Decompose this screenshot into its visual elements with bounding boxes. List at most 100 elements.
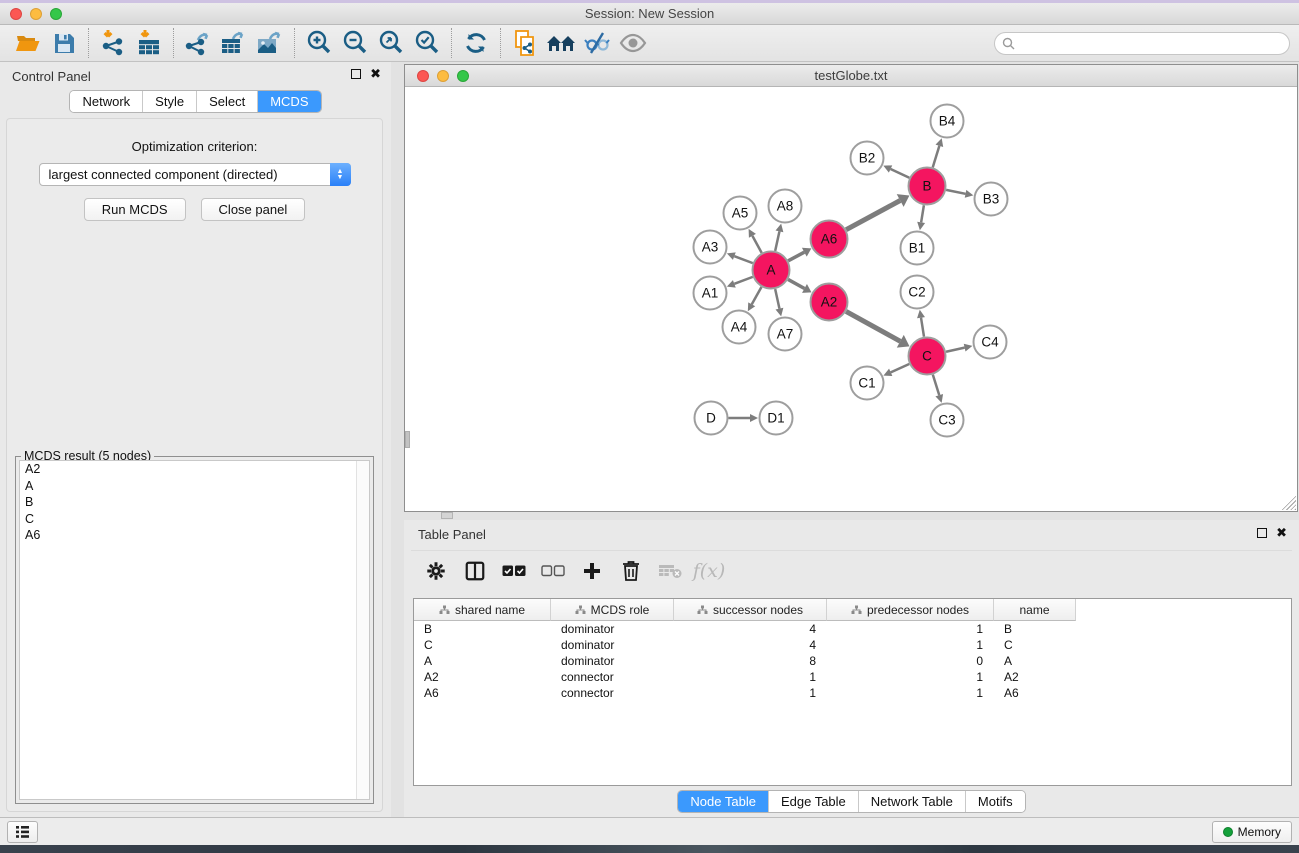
- float-panel-icon[interactable]: [351, 69, 361, 79]
- float-table-panel-icon[interactable]: [1257, 528, 1267, 538]
- export-table-icon[interactable]: [216, 28, 252, 58]
- column-view-icon[interactable]: [460, 558, 490, 584]
- edge-A-A7[interactable]: [775, 289, 779, 309]
- close-panel-icon[interactable]: ✖: [370, 69, 381, 79]
- table-cell[interactable]: connector: [551, 669, 674, 685]
- clear-selection-checkboxes-icon[interactable]: [538, 558, 568, 584]
- edge-A-A8[interactable]: [775, 231, 779, 251]
- tab-mcds[interactable]: MCDS: [257, 91, 320, 112]
- delete-column-icon[interactable]: [616, 558, 646, 584]
- settings-gear-icon[interactable]: [421, 558, 451, 584]
- tab-network-table[interactable]: Network Table: [858, 791, 965, 812]
- network-window-titlebar[interactable]: testGlobe.txt: [405, 65, 1297, 87]
- mcds-result-item[interactable]: C: [20, 511, 369, 528]
- table-row[interactable]: Bdominator41B: [414, 621, 1291, 637]
- tab-style[interactable]: Style: [142, 91, 196, 112]
- table-cell[interactable]: 4: [674, 621, 827, 637]
- open-folder-icon[interactable]: [10, 28, 46, 58]
- network-canvas[interactable]: B4B2BB3A8A5A6A3B1AA1C2A2A4A7CC4C1C3DD1: [405, 87, 1297, 511]
- table-cell[interactable]: A: [994, 653, 1076, 669]
- edge-A2-C[interactable]: [846, 311, 900, 341]
- table-cell[interactable]: A6: [414, 685, 551, 701]
- table-cell[interactable]: C: [414, 637, 551, 653]
- table-cell[interactable]: 0: [827, 653, 994, 669]
- run-mcds-button[interactable]: Run MCDS: [84, 198, 186, 221]
- table-cell[interactable]: 1: [827, 685, 994, 701]
- table-cell[interactable]: dominator: [551, 637, 674, 653]
- table-cell[interactable]: A2: [994, 669, 1076, 685]
- table-cell[interactable]: dominator: [551, 621, 674, 637]
- table-cell[interactable]: 8: [674, 653, 827, 669]
- mcds-result-list[interactable]: A2ABCA6: [19, 460, 370, 800]
- hide-glasses-icon[interactable]: [579, 28, 615, 58]
- search-input[interactable]: [994, 32, 1290, 55]
- tab-edge-table[interactable]: Edge Table: [768, 791, 858, 812]
- homes-icon[interactable]: [543, 28, 579, 58]
- table-cell[interactable]: 1: [827, 637, 994, 653]
- edge-C-C3[interactable]: [933, 375, 939, 396]
- edge-C-C1[interactable]: [891, 364, 910, 372]
- column-header-MCDS-role[interactable]: MCDS role: [551, 599, 674, 621]
- tab-select[interactable]: Select: [196, 91, 257, 112]
- edge-A-A6[interactable]: [788, 252, 804, 261]
- status-menu-button[interactable]: [7, 821, 38, 843]
- zoom-out-icon[interactable]: [337, 28, 373, 58]
- duplicate-network-icon[interactable]: [507, 28, 543, 58]
- table-cell[interactable]: 4: [674, 637, 827, 653]
- mcds-result-item[interactable]: A6: [20, 527, 369, 544]
- table-cell[interactable]: 1: [674, 685, 827, 701]
- table-cell[interactable]: connector: [551, 685, 674, 701]
- tab-node-table[interactable]: Node Table: [678, 791, 768, 812]
- zoom-selected-icon[interactable]: [409, 28, 445, 58]
- add-column-icon[interactable]: [577, 558, 607, 584]
- edge-A-A5[interactable]: [752, 236, 761, 253]
- edge-A-A1[interactable]: [734, 277, 752, 284]
- table-cell[interactable]: B: [994, 621, 1076, 637]
- column-header-successor-nodes[interactable]: successor nodes: [674, 599, 827, 621]
- table-row[interactable]: Cdominator41C: [414, 637, 1291, 653]
- table-cell[interactable]: C: [994, 637, 1076, 653]
- edge-B-B2[interactable]: [891, 169, 910, 178]
- export-network-icon[interactable]: [180, 28, 216, 58]
- edge-A-A3[interactable]: [734, 256, 752, 263]
- table-row[interactable]: Adominator80A: [414, 653, 1291, 669]
- edge-B-B3[interactable]: [946, 190, 965, 194]
- criterion-select[interactable]: largest connected component (directed) ▲…: [39, 163, 351, 186]
- table-cell[interactable]: dominator: [551, 653, 674, 669]
- tab-motifs[interactable]: Motifs: [965, 791, 1025, 812]
- export-image-icon[interactable]: [252, 28, 288, 58]
- table-row[interactable]: A2connector11A2: [414, 669, 1291, 685]
- zoom-in-icon[interactable]: [301, 28, 337, 58]
- close-panel-button[interactable]: Close panel: [201, 198, 306, 221]
- tab-network[interactable]: Network: [70, 91, 142, 112]
- table-cell[interactable]: 1: [827, 621, 994, 637]
- result-scrollbar[interactable]: [356, 461, 369, 799]
- zoom-fit-icon[interactable]: [373, 28, 409, 58]
- horizontal-scrollbar-thumb[interactable]: [441, 512, 453, 519]
- table-cell[interactable]: A: [414, 653, 551, 669]
- edge-C-C2[interactable]: [921, 318, 924, 337]
- import-table-icon[interactable]: [131, 28, 167, 58]
- close-table-panel-icon[interactable]: ✖: [1276, 528, 1287, 538]
- vertical-scrollbar-thumb[interactable]: [405, 431, 410, 448]
- table-cell[interactable]: A2: [414, 669, 551, 685]
- table-cell[interactable]: 1: [827, 669, 994, 685]
- table-cell[interactable]: A6: [994, 685, 1076, 701]
- edge-C-C4[interactable]: [946, 348, 965, 352]
- refresh-icon[interactable]: [458, 28, 494, 58]
- edge-A-A4[interactable]: [752, 287, 762, 304]
- select-all-checkboxes-icon[interactable]: [499, 558, 529, 584]
- column-header-name[interactable]: name: [994, 599, 1076, 621]
- mcds-result-item[interactable]: A: [20, 478, 369, 495]
- table-row[interactable]: A6connector11A6: [414, 685, 1291, 701]
- edge-A-A2[interactable]: [788, 279, 804, 288]
- column-header-predecessor-nodes[interactable]: predecessor nodes: [827, 599, 994, 621]
- table-cell[interactable]: B: [414, 621, 551, 637]
- table-cell[interactable]: 1: [674, 669, 827, 685]
- edge-B-B4[interactable]: [933, 146, 940, 168]
- edge-B-B1[interactable]: [921, 205, 924, 222]
- save-icon[interactable]: [46, 28, 82, 58]
- memory-button[interactable]: Memory: [1212, 821, 1292, 843]
- import-network-icon[interactable]: [95, 28, 131, 58]
- column-header-shared-name[interactable]: shared name: [414, 599, 551, 621]
